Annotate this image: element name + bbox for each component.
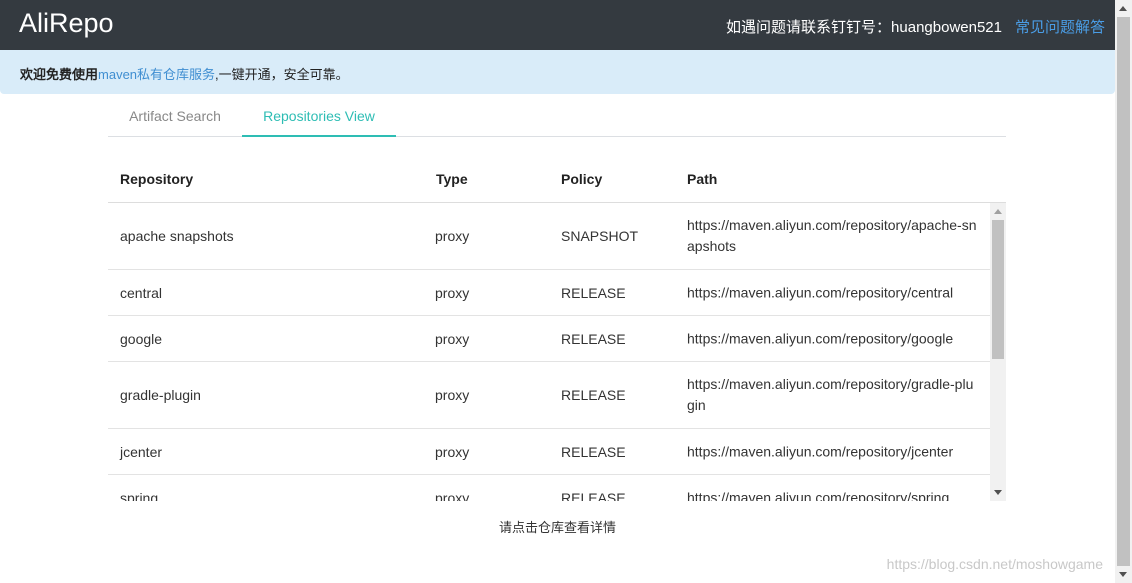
cell-repository: gradle-plugin (120, 387, 201, 403)
tab-repositories-view[interactable]: Repositories View (242, 96, 396, 137)
cell-policy: SNAPSHOT (561, 228, 639, 244)
cell-path: https://maven.aliyun.com/repository/cent… (687, 284, 954, 300)
column-header-type[interactable]: Type (436, 171, 468, 187)
table-header: Repository Type Policy Path (108, 158, 1006, 203)
cell-repository: apache snapshots (120, 228, 234, 244)
cell-path: https://maven.aliyun.com/repository/spri… (687, 489, 950, 501)
column-header-path[interactable]: Path (687, 171, 717, 187)
cell-policy: RELEASE (561, 330, 626, 347)
page-scrollbar-thumb[interactable] (1117, 17, 1130, 566)
page-scrollbar[interactable] (1115, 0, 1132, 583)
table-row[interactable]: gradle-plugin proxy RELEASE https://mave… (108, 362, 990, 429)
table-scrollbar[interactable] (990, 203, 1006, 501)
cell-policy: RELEASE (561, 489, 626, 502)
faq-link[interactable]: 常见问题解答 (1015, 16, 1105, 37)
brand-logo[interactable]: AliRepo (19, 8, 114, 39)
scroll-up-arrow-icon[interactable] (994, 209, 1002, 214)
cell-path: https://maven.aliyun.com/repository/goog… (687, 330, 954, 346)
table-row[interactable]: central proxy RELEASE https://maven.aliy… (108, 270, 990, 316)
notice-suffix: ,一键开通，安全可靠。 (215, 67, 349, 82)
table-scrollbar-thumb[interactable] (992, 220, 1004, 359)
column-header-policy[interactable]: Policy (561, 171, 602, 187)
tab-artifact-search[interactable]: Artifact Search (108, 96, 242, 135)
table-row[interactable]: jcenter proxy RELEASE https://maven.aliy… (108, 429, 990, 475)
cell-type: proxy (435, 387, 470, 403)
cell-type: proxy (435, 489, 470, 502)
tab-bar: Artifact Search Repositories View (108, 96, 1006, 137)
top-navbar: AliRepo 如遇问题请联系钉钉号：huangbowen521 常见问题解答 (0, 0, 1115, 50)
table-hint: 请点击仓库查看详情 (498, 520, 616, 535)
cell-path: https://maven.aliyun.com/repository/jcen… (687, 443, 954, 459)
repository-table-body[interactable]: apache snapshots proxy SNAPSHOT https://… (108, 203, 1006, 501)
table-rows: apache snapshots proxy SNAPSHOT https://… (108, 203, 990, 501)
column-header-repository[interactable]: Repository (120, 171, 193, 187)
watermark: https://blog.csdn.net/moshowgame (886, 556, 1103, 572)
cell-repository: google (120, 330, 163, 347)
cell-repository: jcenter (120, 443, 163, 460)
notice-banner: 欢迎免费使用maven私有仓库服务,一键开通，安全可靠。 (0, 50, 1115, 94)
cell-repository: spring (120, 489, 159, 502)
cell-type: proxy (435, 284, 470, 301)
cell-path: https://maven.aliyun.com/repository/grad… (687, 376, 974, 413)
table-row[interactable]: google proxy RELEASE https://maven.aliyu… (108, 316, 990, 362)
cell-policy: RELEASE (561, 443, 626, 460)
page: AliRepo 如遇问题请联系钉钉号：huangbowen521 常见问题解答 … (0, 0, 1115, 583)
page-scroll-down-arrow-icon[interactable] (1119, 572, 1127, 577)
notice-link[interactable]: maven私有仓库服务 (98, 67, 215, 82)
table-row[interactable]: spring proxy RELEASE https://maven.aliyu… (108, 475, 990, 501)
notice-prefix: 欢迎免费使用 (20, 67, 99, 82)
page-scroll-up-arrow-icon[interactable] (1119, 6, 1127, 11)
cell-repository: central (120, 284, 163, 301)
cell-policy: RELEASE (561, 387, 626, 403)
cell-path: https://maven.aliyun.com/repository/apac… (687, 217, 977, 254)
cell-type: proxy (435, 443, 470, 460)
contact-text: 如遇问题请联系钉钉号：huangbowen521 (726, 19, 1002, 36)
table-row[interactable]: apache snapshots proxy SNAPSHOT https://… (108, 203, 990, 270)
scroll-down-arrow-icon[interactable] (994, 490, 1002, 495)
cell-type: proxy (435, 228, 470, 244)
cell-type: proxy (435, 330, 470, 347)
cell-policy: RELEASE (561, 284, 626, 301)
